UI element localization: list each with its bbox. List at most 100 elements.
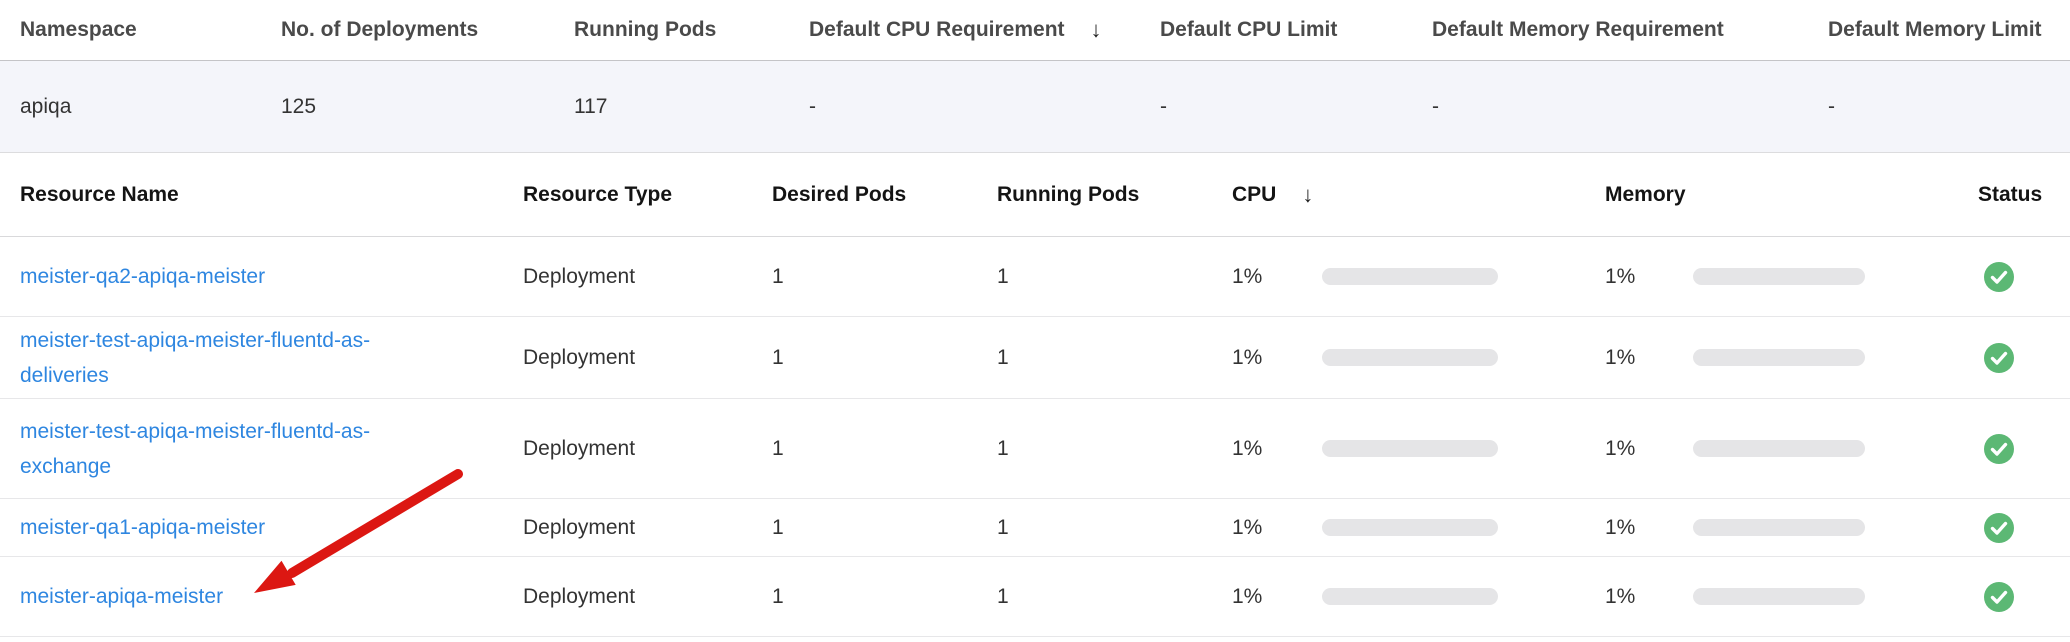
col-header-default-cpu-limit-label: Default CPU Limit xyxy=(1160,18,1337,42)
resource-name-link[interactable]: meister-apiqa-meister xyxy=(20,579,223,614)
desired-pods-cell: 1 xyxy=(772,265,997,289)
col-header-running-pods-2-label: Running Pods xyxy=(997,183,1139,207)
running-pods-cell: 1 xyxy=(997,585,1232,609)
col-header-running-pods-2[interactable]: Running Pods xyxy=(997,183,1232,207)
col-header-resource-type[interactable]: Resource Type xyxy=(523,183,772,207)
memory-percent-label: 1% xyxy=(1605,516,1639,540)
memory-usage-cell: 1% xyxy=(1605,346,1978,370)
resource-row: meister-qa2-apiqa-meister Deployment 1 1… xyxy=(0,237,2070,317)
namespace-table-header: Namespace No. of Deployments Running Pod… xyxy=(0,0,2070,61)
running-pods-cell: 1 xyxy=(997,437,1232,461)
sort-descending-icon[interactable]: ↓ xyxy=(1302,184,1313,206)
resource-type-cell: Deployment xyxy=(523,265,772,289)
resource-row: meister-test-apiqa-meister-fluentd-as-de… xyxy=(0,317,2070,399)
cpu-percent-label: 1% xyxy=(1232,346,1266,370)
memory-usage-bar xyxy=(1693,588,1865,605)
status-cell xyxy=(1978,582,2070,612)
running-pods-cell: 1 xyxy=(997,265,1232,289)
namespace-table: Namespace No. of Deployments Running Pod… xyxy=(0,0,2070,153)
memory-usage-bar xyxy=(1693,268,1865,285)
deployments-count-cell: 125 xyxy=(281,95,574,119)
memory-percent-label: 1% xyxy=(1605,585,1639,609)
memory-usage-bar xyxy=(1693,440,1865,457)
desired-pods-cell: 1 xyxy=(772,346,997,370)
status-ok-icon xyxy=(1984,434,2014,464)
col-header-default-memory-limit[interactable]: Default Memory Limit xyxy=(1828,18,2070,42)
resource-name-link[interactable]: meister-test-apiqa-meister-fluentd-as-de… xyxy=(20,323,392,393)
col-header-running-pods-label: Running Pods xyxy=(574,18,716,42)
col-header-default-memory-requirement[interactable]: Default Memory Requirement xyxy=(1432,18,1828,42)
col-header-default-memory-limit-label: Default Memory Limit xyxy=(1828,18,2042,42)
col-header-deployments-label: No. of Deployments xyxy=(281,18,478,42)
col-header-resource-name-label: Resource Name xyxy=(20,183,179,207)
default-cpu-requirement-cell: - xyxy=(809,95,1160,119)
col-header-resource-name[interactable]: Resource Name xyxy=(20,183,523,207)
status-ok-icon xyxy=(1984,262,2014,292)
namespace-row-apiqa[interactable]: apiqa 125 117 - - - - xyxy=(0,61,2070,153)
memory-usage-cell: 1% xyxy=(1605,585,1978,609)
cpu-usage-cell: 1% xyxy=(1232,516,1605,540)
resource-name-link[interactable]: meister-qa2-apiqa-meister xyxy=(20,259,265,294)
col-header-desired-pods[interactable]: Desired Pods xyxy=(772,183,997,207)
desired-pods-cell: 1 xyxy=(772,516,997,540)
resource-row: meister-test-apiqa-meister-fluentd-as-ex… xyxy=(0,399,2070,499)
cpu-usage-bar xyxy=(1322,349,1498,366)
col-header-desired-pods-label: Desired Pods xyxy=(772,183,906,207)
cpu-usage-bar xyxy=(1322,440,1498,457)
status-cell xyxy=(1978,513,2070,543)
col-header-status-label: Status xyxy=(1978,183,2042,207)
cpu-usage-cell: 1% xyxy=(1232,437,1605,461)
col-header-memory-label: Memory xyxy=(1605,183,1686,207)
default-memory-requirement-cell: - xyxy=(1432,95,1828,119)
cpu-usage-cell: 1% xyxy=(1232,585,1605,609)
cpu-usage-bar xyxy=(1322,519,1498,536)
resources-table-body: meister-qa2-apiqa-meister Deployment 1 1… xyxy=(0,236,2070,637)
col-header-default-memory-requirement-label: Default Memory Requirement xyxy=(1432,18,1724,42)
memory-percent-label: 1% xyxy=(1605,437,1639,461)
col-header-default-cpu-requirement[interactable]: Default CPU Requirement ↓ xyxy=(809,18,1160,42)
resource-row: meister-apiqa-meister Deployment 1 1 1% … xyxy=(0,557,2070,637)
resource-type-cell: Deployment xyxy=(523,437,772,461)
resource-name-link[interactable]: meister-test-apiqa-meister-fluentd-as-ex… xyxy=(20,414,392,484)
col-header-cpu[interactable]: CPU ↓ xyxy=(1232,183,1605,207)
status-ok-icon xyxy=(1984,513,2014,543)
default-cpu-limit-cell: - xyxy=(1160,95,1432,119)
namespace-cell: apiqa xyxy=(20,95,281,119)
col-header-default-cpu-limit[interactable]: Default CPU Limit xyxy=(1160,18,1432,42)
resources-table-header: Resource Name Resource Type Desired Pods… xyxy=(0,153,2070,236)
status-cell xyxy=(1978,343,2070,373)
resources-table: Resource Name Resource Type Desired Pods… xyxy=(0,153,2070,637)
cpu-percent-label: 1% xyxy=(1232,516,1266,540)
cpu-usage-bar xyxy=(1322,588,1498,605)
col-header-namespace[interactable]: Namespace xyxy=(20,18,281,42)
memory-usage-cell: 1% xyxy=(1605,516,1978,540)
status-cell xyxy=(1978,262,2070,292)
resource-row: meister-qa1-apiqa-meister Deployment 1 1… xyxy=(0,499,2070,557)
status-cell xyxy=(1978,434,2070,464)
col-header-running-pods[interactable]: Running Pods xyxy=(574,18,809,42)
col-header-default-cpu-requirement-label: Default CPU Requirement xyxy=(809,18,1065,42)
col-header-deployments[interactable]: No. of Deployments xyxy=(281,18,574,42)
memory-usage-bar xyxy=(1693,519,1865,536)
col-header-resource-type-label: Resource Type xyxy=(523,183,672,207)
cpu-usage-cell: 1% xyxy=(1232,265,1605,289)
resource-name-link[interactable]: meister-qa1-apiqa-meister xyxy=(20,510,265,545)
status-ok-icon xyxy=(1984,343,2014,373)
sort-descending-icon[interactable]: ↓ xyxy=(1091,19,1102,41)
memory-percent-label: 1% xyxy=(1605,346,1639,370)
cpu-percent-label: 1% xyxy=(1232,437,1266,461)
memory-usage-cell: 1% xyxy=(1605,437,1978,461)
namespace-resources-panel: Namespace No. of Deployments Running Pod… xyxy=(0,0,2070,642)
memory-usage-cell: 1% xyxy=(1605,265,1978,289)
col-header-status[interactable]: Status xyxy=(1978,183,2070,207)
resource-type-cell: Deployment xyxy=(523,516,772,540)
memory-percent-label: 1% xyxy=(1605,265,1639,289)
desired-pods-cell: 1 xyxy=(772,585,997,609)
running-pods-cell: 1 xyxy=(997,516,1232,540)
col-header-memory[interactable]: Memory xyxy=(1605,183,1978,207)
running-pods-cell: 1 xyxy=(997,346,1232,370)
col-header-namespace-label: Namespace xyxy=(20,18,137,42)
running-pods-count-cell: 117 xyxy=(574,95,809,119)
desired-pods-cell: 1 xyxy=(772,437,997,461)
cpu-usage-cell: 1% xyxy=(1232,346,1605,370)
